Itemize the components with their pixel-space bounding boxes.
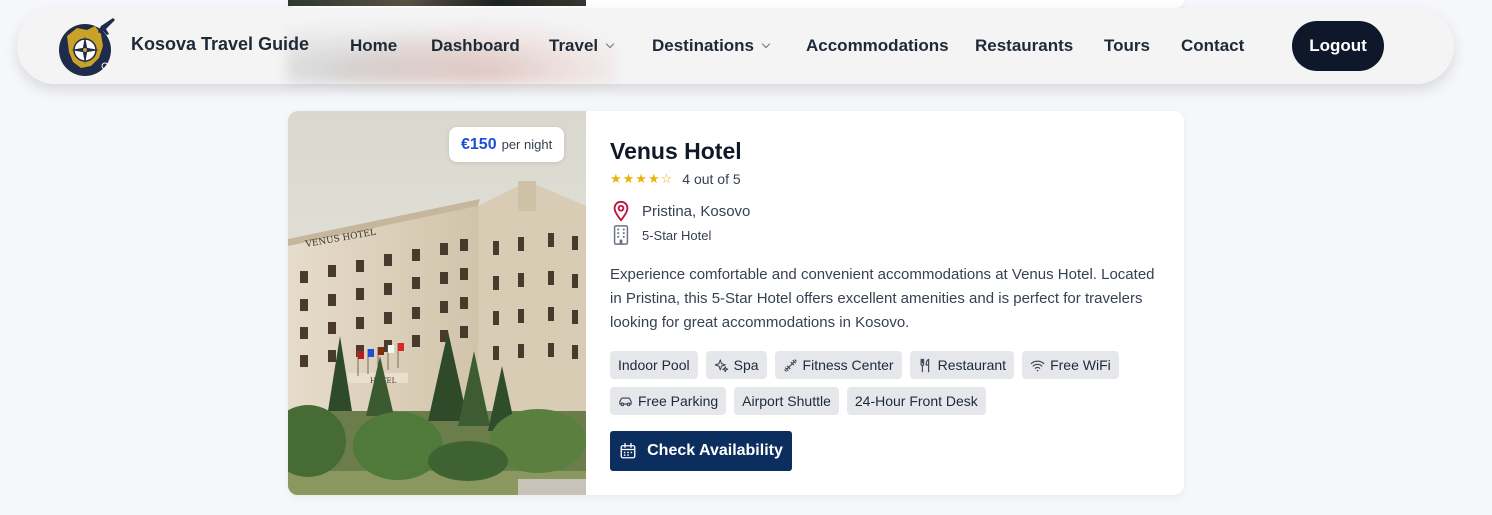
amenity-label: Free WiFi	[1050, 357, 1111, 373]
location-text: Pristina, Kosovo	[642, 202, 751, 220]
nav-item-destinations[interactable]: Destinations	[652, 36, 771, 56]
kosova-travel-logo-icon[interactable]	[57, 14, 119, 78]
amenity-airport-shuttle: Airport Shuttle	[734, 387, 839, 415]
nav-label: Contact	[1181, 36, 1245, 55]
map-pin-icon	[613, 200, 629, 222]
nav-label: Accommodations	[806, 36, 949, 55]
star-rating-icon: ★★★★☆	[610, 171, 674, 187]
nav-item-home[interactable]: Home	[350, 36, 397, 56]
hotel-location: Pristina, Kosovo	[610, 200, 750, 222]
nav-item-tours[interactable]: Tours	[1104, 36, 1150, 56]
amenity-label: Fitness Center	[802, 357, 894, 373]
nav-label: Restaurants	[975, 36, 1074, 55]
utensils-icon	[920, 358, 929, 372]
nav-label: Destinations	[652, 36, 755, 55]
chevron-down-icon	[605, 39, 615, 49]
amenity-indoor-pool: Indoor Pool	[610, 351, 698, 379]
hotel-card: VENUS HOTEL HOTEL	[288, 111, 1184, 495]
nav-item-accommodations[interactable]: Accommodations	[806, 36, 949, 56]
amenity-restaurant: Restaurant	[909, 351, 1015, 379]
hotel-type: 5-Star Hotel	[610, 224, 711, 246]
logout-button[interactable]: Logout	[1292, 21, 1384, 71]
hotel-type-text: 5-Star Hotel	[642, 227, 712, 243]
amenity-label: 24-Hour Front Desk	[854, 393, 978, 409]
car-icon	[619, 397, 632, 406]
amenity-label: Airport Shuttle	[742, 393, 831, 409]
amenity-label: Restaurant	[937, 357, 1007, 373]
chevron-down-icon	[761, 39, 771, 49]
brand-title[interactable]: Kosova Travel Guide	[131, 34, 309, 55]
hotel-photo[interactable]: VENUS HOTEL HOTEL	[288, 111, 586, 495]
amenity-spa: Spa	[705, 351, 767, 379]
nav-item-restaurants[interactable]: Restaurants	[975, 36, 1073, 56]
nav-item-dashboard[interactable]: Dashboard	[431, 36, 520, 56]
sparkles-icon	[714, 358, 728, 372]
nav-label: Home	[350, 36, 398, 55]
hotel-description: Experience comfortable and convenient ac…	[610, 266, 1155, 331]
calendar-icon	[620, 442, 636, 459]
amenity-label: Spa	[733, 357, 759, 373]
price-unit: per night	[501, 137, 553, 152]
amenity-label: Indoor Pool	[618, 357, 690, 373]
amenity-free-wifi: Free WiFi	[1022, 351, 1119, 379]
nav-label: Travel	[549, 36, 599, 55]
hotel-rating: ★★★★☆ 4 out of 5	[610, 171, 741, 187]
nav-label: Dashboard	[431, 36, 520, 55]
nav-item-travel[interactable]: Travel	[549, 36, 615, 56]
amenity-label: Free Parking	[638, 393, 719, 409]
top-navbar: Kosova Travel Guide Home Dashboard Trave…	[17, 8, 1454, 84]
nav-item-contact[interactable]: Contact	[1181, 36, 1244, 56]
rating-text: 4 out of 5	[682, 171, 741, 187]
nav-label: Tours	[1104, 36, 1150, 55]
amenities-list: Indoor Pool Spa Fitness Center Restauran…	[610, 351, 1170, 415]
wifi-icon	[1030, 360, 1045, 371]
price-badge: €150 per night	[449, 127, 565, 162]
building-icon	[613, 225, 629, 245]
hotel-building-image: VENUS HOTEL HOTEL	[288, 111, 586, 495]
amenity-free-parking: Free Parking	[610, 387, 727, 415]
hotel-name[interactable]: Venus Hotel	[610, 138, 742, 165]
price-amount: €150	[461, 135, 497, 153]
check-availability-label: Check Availability	[647, 442, 783, 459]
amenity-fitness-center: Fitness Center	[774, 351, 902, 379]
previous-hotel-image	[288, 0, 586, 6]
check-availability-button[interactable]: Check Availability	[610, 431, 792, 471]
amenity-front-desk: 24-Hour Front Desk	[846, 387, 986, 415]
dumbbell-icon	[783, 358, 797, 372]
